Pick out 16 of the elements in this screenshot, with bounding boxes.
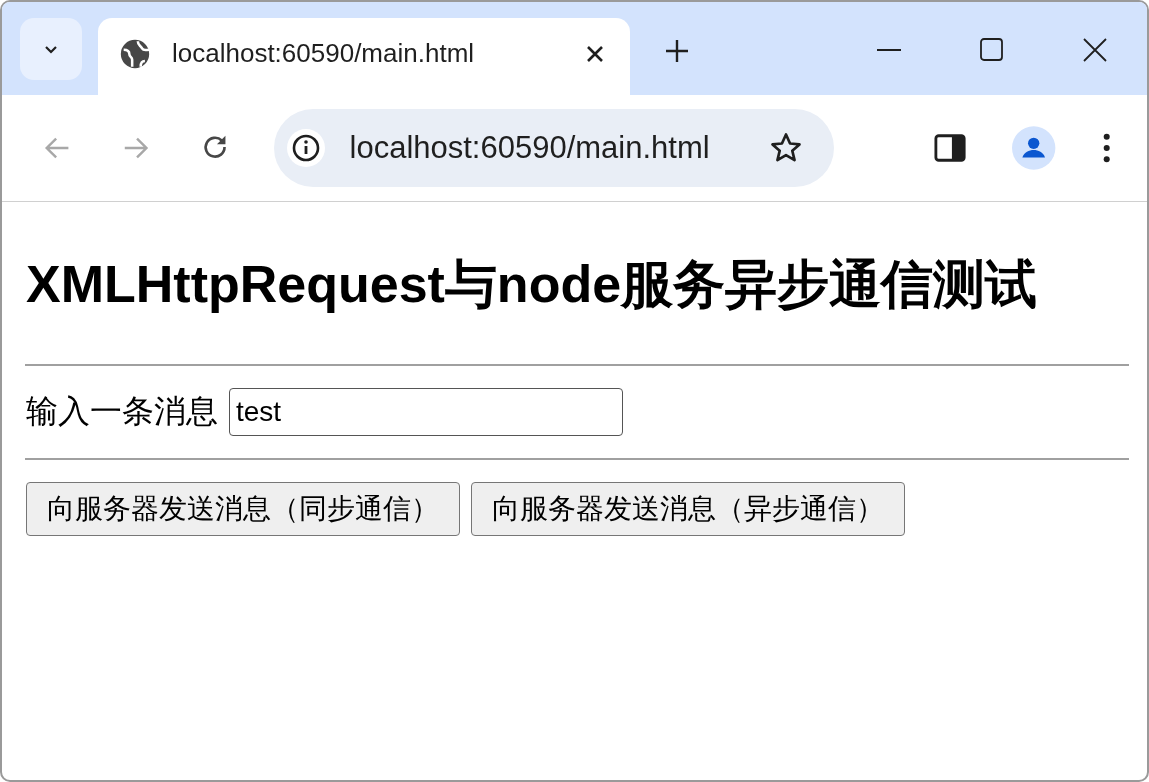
- browser-tab[interactable]: localhost:60590/main.html: [98, 18, 630, 95]
- send-button[interactable]: 向服务器发送消息（同步通信）: [26, 482, 460, 536]
- side-panel-icon[interactable]: [934, 131, 967, 165]
- close-window-icon[interactable]: [1082, 37, 1108, 63]
- new-tab-icon[interactable]: [664, 38, 690, 64]
- url-text: localhost:60590/main.html: [349, 130, 711, 166]
- maximize-icon[interactable]: [979, 37, 1005, 63]
- info-icon[interactable]: [285, 128, 326, 168]
- message-input[interactable]: test: [229, 388, 623, 436]
- page-heading: XMLHttpRequest与node服务异步通信测试: [26, 254, 1039, 315]
- field-label: 输入一条消息: [26, 392, 218, 431]
- send-button[interactable]: 向服务器发送消息（异步通信）: [471, 482, 905, 536]
- menu-icon[interactable]: [1101, 131, 1111, 165]
- profile-avatar-icon[interactable]: [1012, 125, 1056, 171]
- address-bar[interactable]: localhost:60590/main.html: [273, 109, 835, 187]
- tab-title: localhost:60590/main.html: [172, 38, 476, 69]
